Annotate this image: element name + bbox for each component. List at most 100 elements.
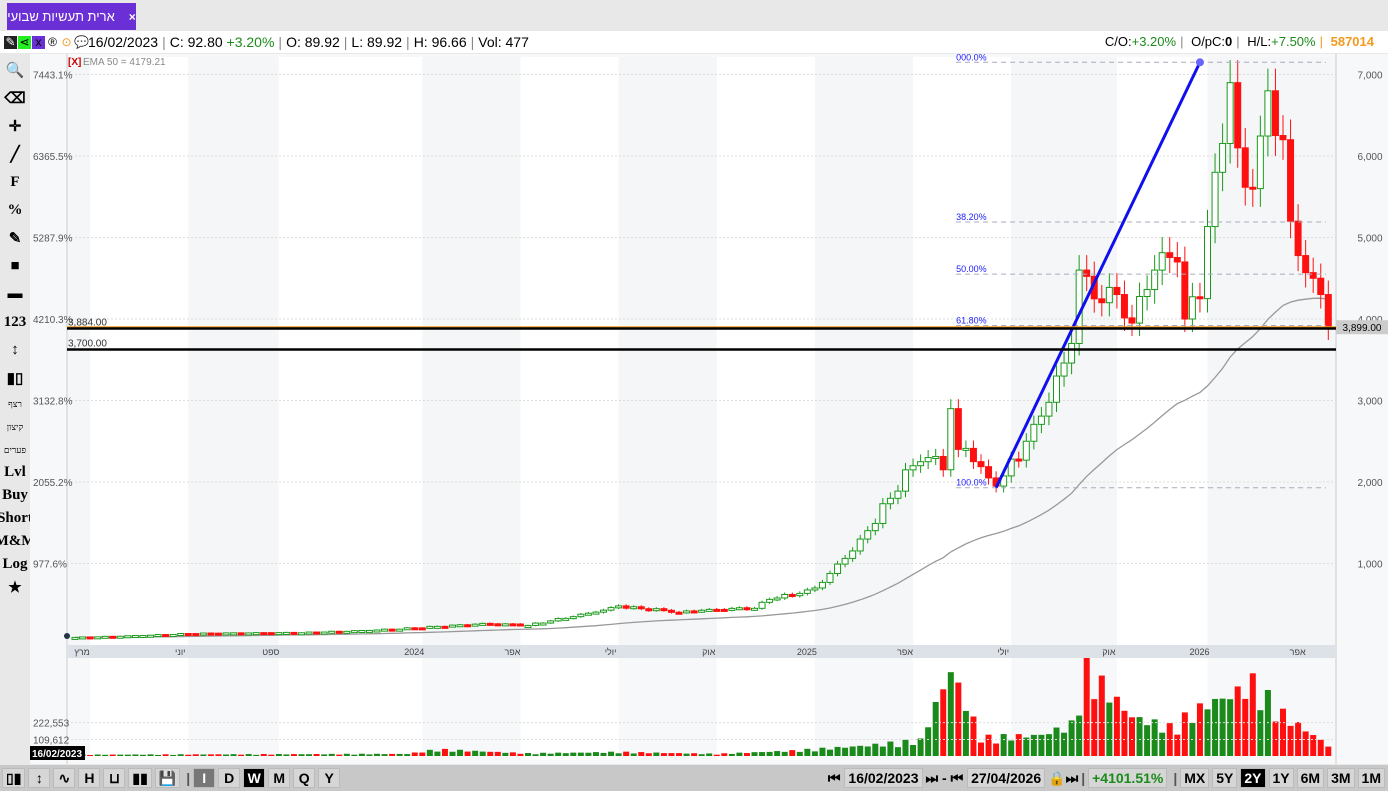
period-button-5[interactable]: Y [318, 768, 341, 788]
fib-level-label: 50.00% [956, 264, 987, 274]
volume-bar [894, 747, 901, 756]
period-button-0[interactable]: I [193, 768, 216, 788]
indicator-label: EMA 50 = 4179.21 [83, 57, 166, 68]
chart-tab[interactable]: ארית תעשיות שבועי × [7, 3, 136, 30]
time-band [90, 654, 189, 760]
time-tick: ספט [262, 647, 279, 657]
volume-bar [1091, 699, 1098, 756]
candle-body [667, 609, 675, 613]
range-button-1[interactable]: 5Y [1212, 768, 1238, 788]
range-button-6[interactable]: 1M [1357, 768, 1385, 788]
candle-body [1105, 286, 1113, 304]
candle-body [441, 625, 449, 629]
registered-icon[interactable]: ® [46, 35, 59, 49]
period-button-4[interactable]: Q [293, 768, 316, 788]
candle-body [343, 630, 351, 634]
excel-icon[interactable]: x [32, 35, 45, 49]
last-end-icon[interactable]: ⏭ [1066, 770, 1079, 787]
volume-bar [306, 754, 313, 756]
volume-bar [1212, 698, 1219, 756]
candle-body [909, 465, 917, 471]
comment-icon[interactable]: 💬 [74, 35, 89, 49]
tool-gaps[interactable]: פערים [0, 438, 30, 461]
volume-bar [260, 753, 267, 756]
tool-log[interactable]: Log [0, 553, 30, 576]
volume-bar [1068, 720, 1075, 756]
star-icon[interactable]: ★ [0, 576, 30, 599]
color-icon[interactable]: ■ [0, 252, 30, 280]
trend-handle [1195, 58, 1204, 67]
measure-icon[interactable]: 123 [0, 308, 30, 336]
candle-body [207, 632, 215, 636]
chart-type-button-0[interactable]: ▯▮ [2, 768, 26, 788]
candle-body [834, 563, 842, 574]
crosshair-icon[interactable]: ✛ [0, 112, 30, 140]
candle-body [758, 601, 766, 609]
period-button-1[interactable]: D [218, 768, 241, 788]
range-button-0[interactable]: MX [1180, 768, 1210, 788]
candle-body [1068, 342, 1076, 364]
chart-type-button-3[interactable]: H [78, 768, 101, 788]
volume-bar [743, 753, 750, 756]
range-button-4[interactable]: 6M [1296, 768, 1325, 788]
tool-lvl[interactable]: Lvl [0, 461, 30, 484]
start-date[interactable]: 16/02/2023 [844, 768, 923, 788]
volume-bar [449, 751, 456, 756]
eraser-icon[interactable]: ⌫ [0, 84, 30, 112]
volume-bar [509, 752, 516, 756]
tool-extreme[interactable]: קיצון [0, 415, 30, 438]
close-tab-icon[interactable]: × [129, 10, 136, 24]
target-icon[interactable]: ⊙ [60, 35, 73, 49]
hl-value: +7.50% [1271, 34, 1316, 49]
tool-continuous[interactable]: רצף [0, 392, 30, 415]
volume-bar [608, 751, 615, 756]
draw-icon[interactable]: ✎ [4, 35, 17, 49]
prev-end-icon[interactable]: ⏮ [951, 770, 964, 787]
percent-icon[interactable]: % [0, 196, 30, 224]
line-icon[interactable]: ╱ [0, 140, 30, 168]
volume-bar [1008, 740, 1015, 756]
candles-icon[interactable]: ▮▯ [0, 364, 30, 392]
vol-label: Vol: [478, 34, 502, 50]
tool-mm[interactable]: M&M [0, 530, 35, 553]
period-button-2[interactable]: W [243, 768, 266, 788]
chart-type-button-5[interactable]: ▮▮ [128, 768, 152, 788]
volume-bar [155, 754, 162, 756]
search-icon[interactable]: 🔍 [0, 56, 30, 84]
volume-bar [1227, 699, 1234, 756]
thickness-icon[interactable]: ▬ [0, 280, 30, 308]
candle-body [818, 581, 826, 589]
lock-icon[interactable]: 🔒 [1048, 770, 1065, 787]
candle-body [1324, 294, 1332, 328]
chart-type-button-2[interactable]: ∿ [53, 768, 76, 788]
candle-body [607, 607, 615, 611]
end-date[interactable]: 27/04/2026 [967, 768, 1046, 788]
vertical-icon[interactable]: ↕ [0, 336, 30, 364]
candle-body [1309, 272, 1317, 279]
time-tick: יולי [997, 647, 1009, 657]
candle-body [743, 607, 751, 611]
range-button-5[interactable]: 3M [1327, 768, 1355, 788]
chart-type-button-6[interactable]: 💾 [154, 768, 181, 788]
edit-icon[interactable]: ✎ [0, 224, 30, 252]
candle-body [803, 589, 811, 594]
volume-bar [192, 754, 199, 756]
volume-bar [200, 754, 207, 756]
candle-body [373, 629, 381, 633]
volume-bar [1144, 725, 1151, 756]
range-button-2[interactable]: 2Y [1240, 768, 1266, 788]
next-start-icon[interactable]: ⏭ [926, 770, 939, 787]
chart-type-button-4[interactable]: ⊔ [103, 768, 126, 788]
price-chart[interactable]: 7,0007443.1%6,0006365.5%5,0005287.9%4,00… [30, 54, 1388, 764]
tool-buy[interactable]: Buy [0, 484, 30, 507]
share-icon[interactable]: ⋖ [18, 35, 31, 49]
candle-body [622, 605, 630, 609]
chart-type-button-1[interactable]: ↕ [28, 768, 51, 788]
volume-bar [223, 754, 229, 756]
volume-bar [124, 754, 131, 756]
range-button-3[interactable]: 1Y [1268, 768, 1294, 788]
first-start-icon[interactable]: ⏮ [828, 770, 841, 787]
tool-short[interactable]: Short [0, 507, 33, 530]
period-button-3[interactable]: M [268, 768, 291, 788]
fib-icon[interactable]: F [0, 168, 30, 196]
